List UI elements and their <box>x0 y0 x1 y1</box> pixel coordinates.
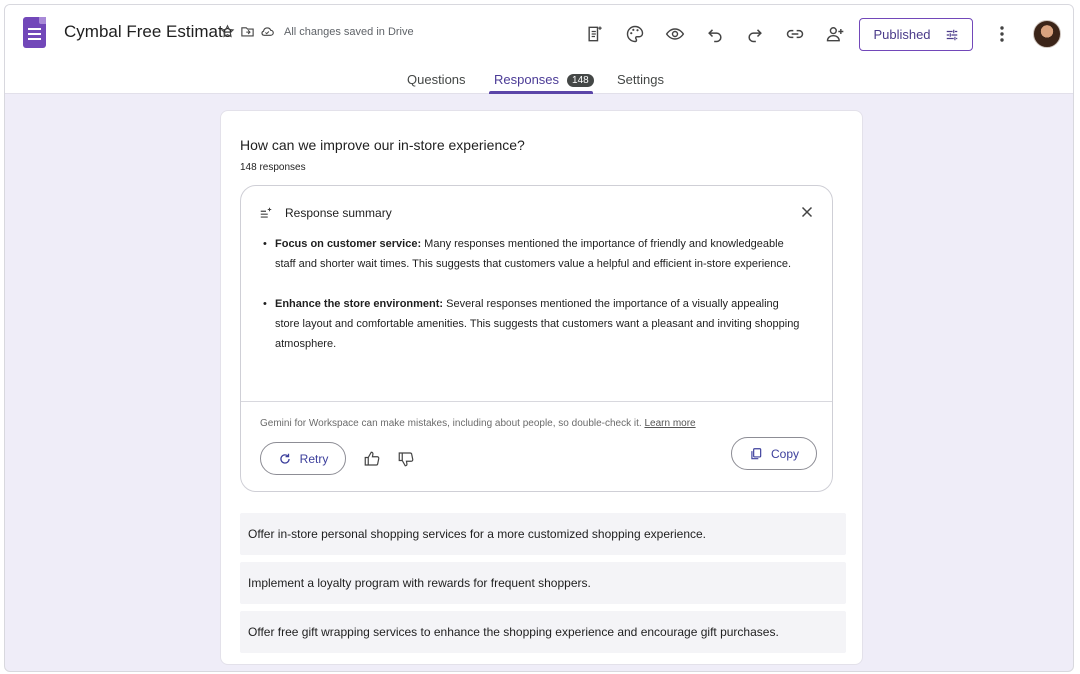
thumbs-up-button[interactable] <box>363 450 381 468</box>
toolbar <box>575 20 855 48</box>
summary-bullet-heading: Enhance the store environment: <box>275 298 444 310</box>
disclaimer-text: Gemini for Workspace can make mistakes, … <box>260 418 642 429</box>
refresh-icon <box>279 453 290 464</box>
responses-count-badge: 148 <box>567 74 594 87</box>
document-title[interactable]: Cymbal Free Estimate <box>64 22 232 42</box>
add-on-summary-button[interactable] <box>575 20 615 48</box>
redo-icon <box>748 29 762 43</box>
document-sparkle-icon <box>588 26 602 42</box>
learn-more-link[interactable]: Learn more <box>644 418 695 429</box>
retry-label: Retry <box>299 451 329 466</box>
person-add-icon <box>826 27 844 42</box>
summary-bullet: Focus on customer service: Many response… <box>261 234 801 274</box>
gemini-disclaimer: Gemini for Workspace can make mistakes, … <box>260 418 696 429</box>
summary-divider <box>241 401 832 402</box>
tab-settings-label: Settings <box>617 72 664 87</box>
retry-button[interactable]: Retry <box>260 442 346 475</box>
published-label: Published <box>873 27 931 42</box>
response-summary-panel: Response summary Focus on customer servi… <box>240 185 833 492</box>
thumbs-down-button[interactable] <box>397 450 415 468</box>
more-options-button[interactable] <box>995 23 1009 45</box>
cloud-saved-icon[interactable] <box>259 22 275 40</box>
redo-button[interactable] <box>735 20 775 48</box>
close-icon <box>801 206 813 218</box>
list-item: Implement a loyalty program with rewards… <box>240 562 846 604</box>
undo-button[interactable] <box>695 20 735 48</box>
tab-bar: Questions Responses 148 Settings <box>5 65 1073 94</box>
copy-label: Copy <box>770 446 799 461</box>
link-icon <box>786 29 804 39</box>
tab-responses-label: Responses <box>494 72 560 87</box>
copy-button[interactable]: Copy <box>731 437 817 470</box>
copy-link-button[interactable] <box>775 20 815 48</box>
save-status: All changes saved in Drive <box>284 26 414 38</box>
question-responses-card: How can we improve our in-store experien… <box>220 110 863 665</box>
tab-settings[interactable]: Settings <box>617 72 664 87</box>
app-window: Cymbal Free Estimate All changes saved i… <box>4 4 1074 672</box>
copy-icon <box>751 447 762 459</box>
star-icon[interactable] <box>219 22 235 40</box>
undo-icon <box>708 29 722 43</box>
summary-sparkle-icon <box>260 207 272 218</box>
summary-heading: Response summary <box>285 206 392 220</box>
question-title: How can we improve our in-store experien… <box>240 137 525 153</box>
close-summary-button[interactable] <box>798 203 816 221</box>
customize-theme-button[interactable] <box>615 20 655 48</box>
top-header: Cymbal Free Estimate All changes saved i… <box>5 5 1073 94</box>
move-to-folder-icon[interactable] <box>239 22 255 40</box>
list-item: Offer free gift wrapping services to enh… <box>240 611 846 653</box>
tab-questions-label: Questions <box>407 72 466 87</box>
add-collaborators-button[interactable] <box>815 20 855 48</box>
tab-responses[interactable]: Responses 148 <box>494 72 594 87</box>
active-tab-indicator <box>489 91 593 94</box>
preview-button[interactable] <box>655 20 695 48</box>
more-vert-icon <box>1000 26 1004 42</box>
summary-body: Focus on customer service: Many response… <box>261 234 801 374</box>
forms-logo-icon[interactable] <box>23 17 46 48</box>
thumbs-down-icon <box>398 452 414 467</box>
summary-bullet: Enhance the store environment: Several r… <box>261 294 801 354</box>
list-item: Offer in-store personal shopping service… <box>240 513 846 555</box>
thumbs-up-icon <box>364 451 380 466</box>
response-count: 148 responses <box>240 162 306 173</box>
published-button[interactable]: Published <box>859 18 973 51</box>
palette-icon <box>626 25 644 43</box>
summary-header: Response summary <box>259 206 392 220</box>
title-actions <box>219 22 275 40</box>
tab-questions[interactable]: Questions <box>407 72 466 87</box>
eye-icon <box>665 28 685 40</box>
account-avatar[interactable] <box>1033 20 1061 48</box>
settings-sliders-icon <box>946 29 957 40</box>
responses-list: Offer in-store personal shopping service… <box>240 513 846 660</box>
summary-bullet-heading: Focus on customer service: <box>275 238 422 250</box>
